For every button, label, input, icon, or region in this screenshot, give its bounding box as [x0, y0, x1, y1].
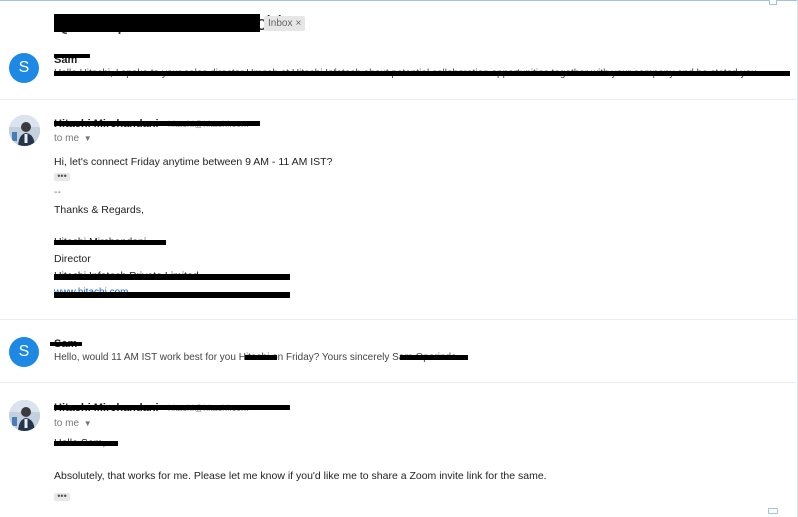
scroll-indicator[interactable]: [768, 508, 778, 514]
sender-avatar: S: [9, 337, 39, 367]
subject-redaction: [54, 14, 260, 32]
window-top-border: [0, 0, 798, 1]
signature-company-redaction: [54, 274, 290, 280]
signature-name-redaction: [54, 240, 166, 245]
snippet-signature-redaction: [400, 355, 468, 360]
signature-title: Director: [54, 253, 91, 265]
inbox-label-text: Inbox: [268, 18, 293, 29]
recipient-label: to me: [54, 418, 80, 429]
sender-avatar-photo: [9, 400, 40, 431]
message-divider: [0, 99, 798, 100]
greeting-redaction: [54, 441, 118, 446]
signature-separator: --: [54, 186, 61, 198]
label-remove-icon[interactable]: ×: [295, 18, 301, 29]
recipient-dropdown[interactable]: to me ▼: [54, 418, 92, 429]
sender-redaction: [54, 121, 260, 126]
chevron-down-icon[interactable]: ▼: [84, 134, 92, 143]
message-body: Hi, let's connect Friday anytime between…: [54, 156, 333, 168]
sender-redaction: [54, 54, 90, 58]
sender-avatar-photo: [9, 115, 40, 146]
sender-redaction: [54, 405, 290, 410]
show-trimmed-content-button[interactable]: •••: [54, 492, 70, 501]
recipient-dropdown[interactable]: to me ▼: [54, 133, 92, 144]
snippet-part-2: on Friday? Yours sincerely: [269, 352, 393, 363]
resize-handle[interactable]: [769, 0, 777, 5]
message-divider: [0, 382, 798, 383]
person-photo-icon: [9, 115, 40, 146]
recipient-label: to me: [54, 133, 80, 144]
snippet-redaction: [54, 71, 790, 76]
message-body: Absolutely, that works for me. Please le…: [54, 470, 547, 482]
sender-avatar: S: [9, 53, 39, 83]
signature-regards: Thanks & Regards,: [54, 204, 144, 216]
snippet-part-1: Hello, would 11 AM IST work best for you: [54, 352, 239, 363]
person-photo-icon: [9, 400, 40, 431]
sender-redaction: [50, 342, 82, 346]
chevron-down-icon[interactable]: ▼: [84, 419, 92, 428]
inbox-label-chip[interactable]: Inbox ×: [264, 16, 306, 31]
snippet-name-redaction: [245, 355, 277, 360]
signature-link-redaction: [54, 292, 290, 298]
message-divider: [0, 319, 798, 320]
show-trimmed-content-button[interactable]: •••: [54, 172, 70, 181]
